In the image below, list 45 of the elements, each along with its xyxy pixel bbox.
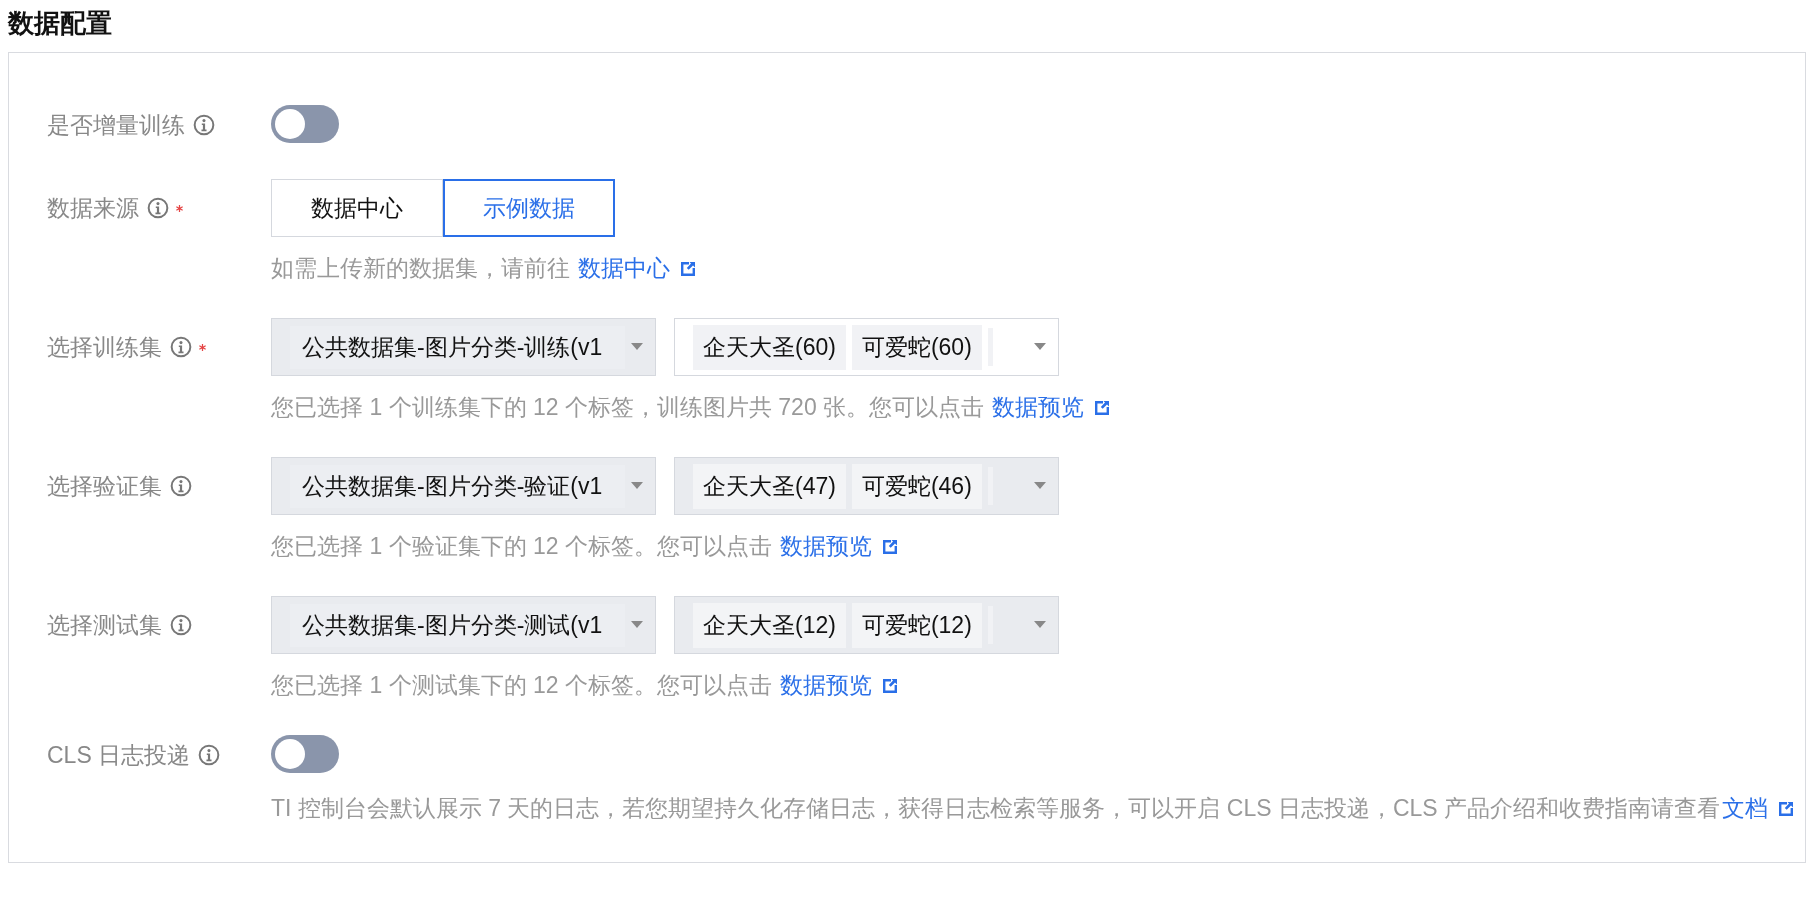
field-label: 选择测试集 <box>47 610 162 640</box>
field-label: CLS 日志投递 <box>47 740 191 770</box>
field-label: 选择训练集 <box>47 332 162 362</box>
hint-text: TI 控制台会默认展示 7 天的日志，若您期望持久化存储日志，获得日志检索等服务，可以开启 CLS 日志投递，CLS 产品介绍和收费指南请查看 <box>271 794 1721 823</box>
tag-chip: 可爱蛇(12) <box>851 602 982 648</box>
external-link-icon[interactable] <box>1778 800 1795 817</box>
hint-link[interactable]: 数据预览 <box>992 392 1085 423</box>
field-label: 是否增量训练 <box>47 110 185 140</box>
info-icon[interactable] <box>198 744 221 766</box>
hint-link[interactable]: 文档 <box>1722 793 1769 824</box>
caret-icon <box>1034 621 1046 629</box>
toggle-switch[interactable] <box>271 735 339 773</box>
tag-select[interactable]: 企天大圣(60) 可爱蛇(60) <box>674 318 1059 376</box>
hint-text: 您已选择 1 个测试集下的 12 个标签。您可以点击 <box>271 671 773 700</box>
toggle-switch[interactable] <box>271 105 339 143</box>
source-option-button[interactable]: 数据中心 <box>271 179 443 237</box>
tag-chip: 企天大圣(47) <box>693 463 846 509</box>
info-icon[interactable] <box>170 336 192 358</box>
tag-chip: 企天大圣(60) <box>693 324 846 370</box>
hint-text: 如需上传新的数据集，请前往 <box>271 254 571 283</box>
field-label: 数据来源 <box>47 193 139 223</box>
caret-icon <box>631 343 643 351</box>
hint-text: 您已选择 1 个训练集下的 12 个标签，训练图片共 720 张。您可以点击 <box>271 393 986 422</box>
hint-link[interactable]: 数据预览 <box>780 670 873 701</box>
field-label: 选择验证集 <box>47 471 162 501</box>
tag-chip: 企天大圣(12) <box>693 602 846 648</box>
external-link-icon[interactable] <box>882 538 899 555</box>
source-option-button[interactable]: 示例数据 <box>443 179 615 237</box>
caret-icon <box>1034 482 1046 490</box>
hint-link[interactable]: 数据预览 <box>780 531 873 562</box>
info-icon[interactable] <box>170 614 192 636</box>
section-title: 数据配置 <box>8 8 113 38</box>
external-link-icon[interactable] <box>680 260 697 277</box>
info-icon[interactable] <box>170 475 192 497</box>
caret-icon <box>1034 343 1046 351</box>
tag-chip: 可爱蛇(46) <box>851 463 982 509</box>
hint-link[interactable]: 数据中心 <box>578 253 671 284</box>
info-icon[interactable] <box>147 197 169 219</box>
external-link-icon[interactable] <box>1094 399 1111 416</box>
external-link-icon[interactable] <box>882 677 899 694</box>
info-icon[interactable] <box>193 114 215 136</box>
caret-icon <box>631 482 643 490</box>
tag-chip: 可爱蛇(60) <box>851 324 982 370</box>
hint-text: 您已选择 1 个验证集下的 12 个标签。您可以点击 <box>271 532 773 561</box>
caret-icon <box>631 621 643 629</box>
